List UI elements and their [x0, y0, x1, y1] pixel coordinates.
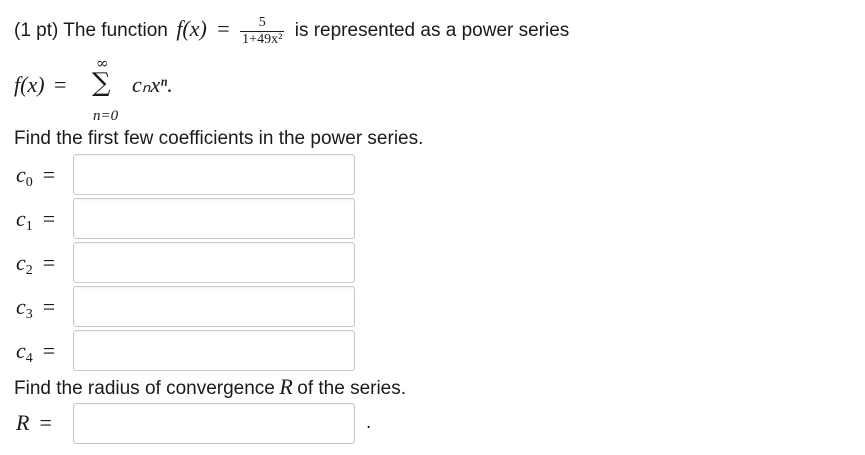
problem-statement: (1 pt) The function f(x) = 5 1+49x² is r… — [14, 14, 570, 47]
sum-symbol: ∑ — [92, 68, 111, 98]
fraction-numerator: 5 — [258, 15, 266, 31]
c2-label: c2 = — [16, 250, 56, 278]
sum-lower-limit: n=0 — [93, 108, 119, 124]
radius-symbol: R — [279, 374, 293, 399]
problem-prefix: (1 pt) The function — [14, 20, 168, 41]
c4-label: c4 = — [16, 338, 56, 366]
radius-prompt: Find the radius of convergence R of the … — [14, 374, 406, 403]
c0-input[interactable] — [73, 154, 355, 195]
coefficients-prompt: Find the first few coefficients in the p… — [14, 128, 424, 149]
problem-suffix: is represented as a power series — [294, 20, 570, 41]
radius-input[interactable] — [73, 403, 355, 444]
radius-label: R = — [16, 410, 52, 435]
function-name: f(x) — [176, 16, 207, 41]
c4-input[interactable] — [73, 330, 355, 371]
c1-label: c1 = — [16, 206, 56, 234]
equals-sign: = — [217, 16, 230, 41]
radius-prompt-before: Find the radius of convergence — [14, 378, 275, 399]
radius-trailing-period: . — [366, 412, 372, 433]
fraction-denominator: 1+49x² — [240, 31, 285, 48]
c0-label: c0 = — [16, 162, 56, 190]
series-lhs: f(x) = — [14, 72, 67, 97]
series-term: cₙxⁿ. — [132, 72, 173, 97]
radius-prompt-after: of the series. — [297, 378, 407, 399]
c2-input[interactable] — [73, 242, 355, 283]
fraction: 5 1+49x² — [240, 15, 285, 48]
c3-input[interactable] — [73, 286, 355, 327]
c1-input[interactable] — [73, 198, 355, 239]
c3-label: c3 = — [16, 294, 56, 322]
